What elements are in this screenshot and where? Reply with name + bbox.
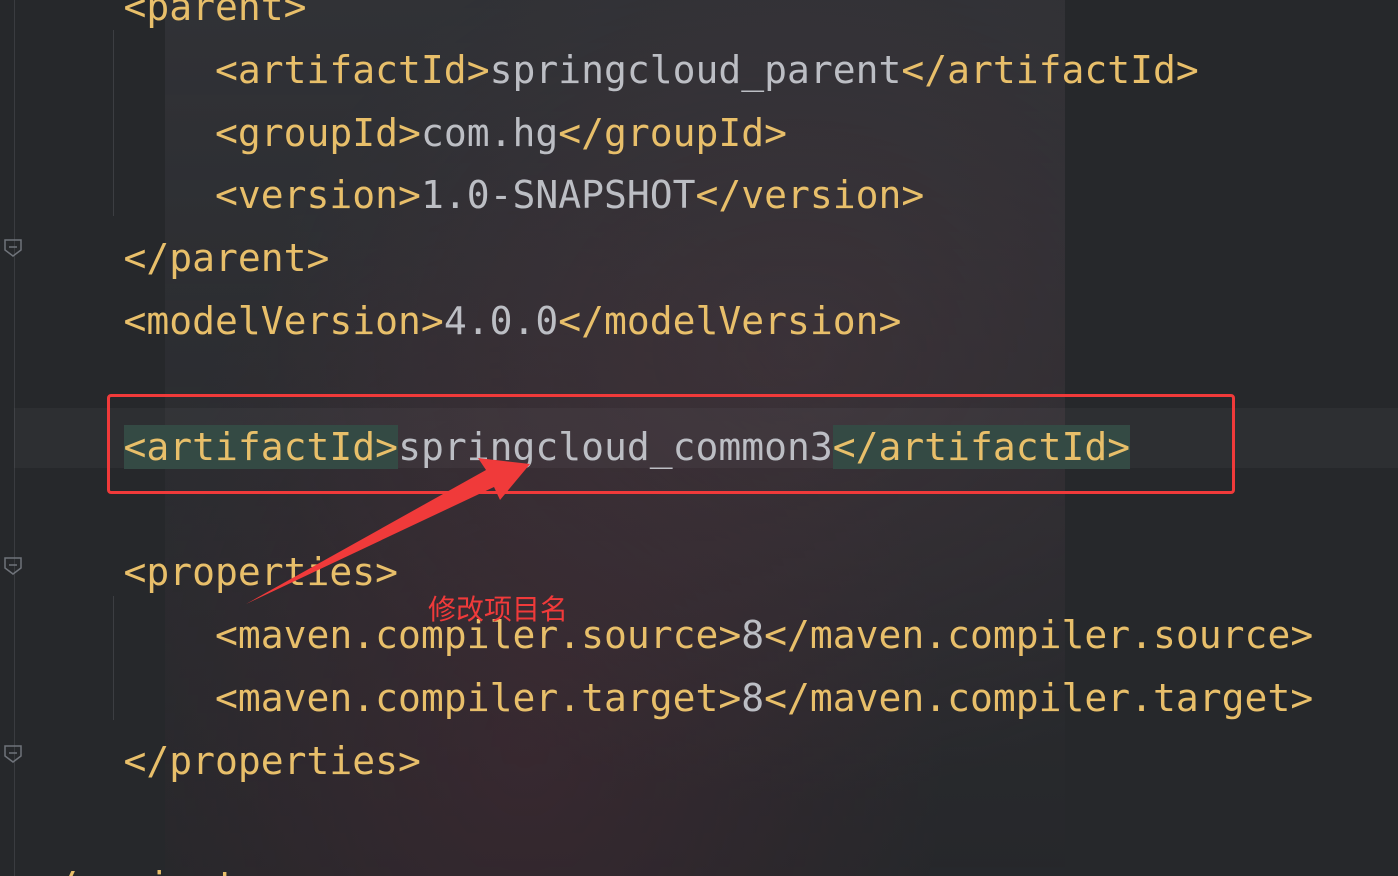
code-editor[interactable]: <parent> <artifactId>springcloud_parent<… (0, 0, 1398, 876)
annotation-arrow (246, 458, 530, 604)
annotation-label: 修改项目名 (428, 593, 569, 626)
